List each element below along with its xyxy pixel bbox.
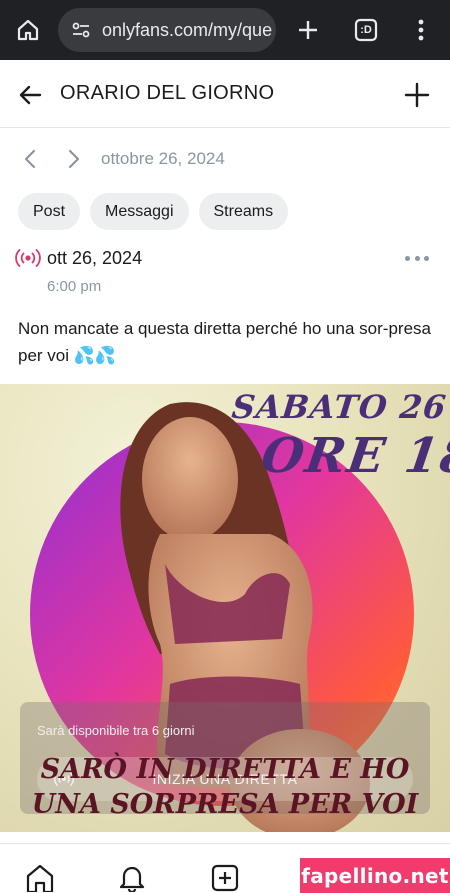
date-navigation: ottobre 26, 2024 <box>0 140 450 180</box>
home-icon[interactable] <box>12 14 44 46</box>
live-broadcast-icon <box>14 248 42 268</box>
post-header: ott 26, 2024 6:00 pm <box>0 240 450 300</box>
chip-messaggi[interactable]: Messaggi <box>90 193 189 230</box>
page-header: ORARIO DEL GIORNO <box>0 60 450 128</box>
post-text: Non mancate a questa diretta perché ho u… <box>18 319 431 365</box>
current-date[interactable]: ottobre 26, 2024 <box>101 149 225 169</box>
page-title: ORARIO DEL GIORNO <box>60 82 275 104</box>
chevron-left-icon[interactable] <box>18 146 44 172</box>
post-time: 6:00 pm <box>47 278 102 295</box>
add-icon[interactable] <box>402 80 432 110</box>
chip-post[interactable]: Post <box>18 193 81 230</box>
address-bar[interactable]: onlyfans.com/my/que <box>58 8 276 52</box>
tab-switcher-button[interactable]: :D <box>350 14 382 46</box>
create-post-icon[interactable] <box>209 862 241 892</box>
notifications-bell-icon[interactable] <box>116 862 148 893</box>
browser-menu-icon[interactable] <box>405 14 437 46</box>
post-date: ott 26, 2024 <box>47 248 143 268</box>
image-caption-line2: UNA SORPRESA PER VOI <box>31 789 419 820</box>
image-headline-day: SABATO 26 <box>230 388 449 426</box>
home-icon[interactable] <box>24 862 56 893</box>
image-headline-time: ORE 18 <box>258 428 450 484</box>
image-caption-line1: SARÒ IN DIRETTA E HO <box>40 754 410 785</box>
site-settings-icon[interactable] <box>70 19 92 41</box>
availability-text: Sarà disponibile tra 6 giorni <box>37 723 195 738</box>
filter-chips: Post Messaggi Streams <box>18 193 289 230</box>
back-arrow-icon[interactable] <box>16 80 46 110</box>
watermark: fapellino.net <box>300 858 450 893</box>
chip-streams[interactable]: Streams <box>198 193 289 230</box>
tab-count: :D <box>360 24 372 36</box>
chevron-right-icon[interactable] <box>60 146 86 172</box>
more-options-icon[interactable] <box>405 248 429 268</box>
browser-toolbar: onlyfans.com/my/que :D <box>0 0 450 60</box>
url-text: onlyfans.com/my/que <box>102 19 273 40</box>
new-tab-icon[interactable] <box>292 14 324 46</box>
